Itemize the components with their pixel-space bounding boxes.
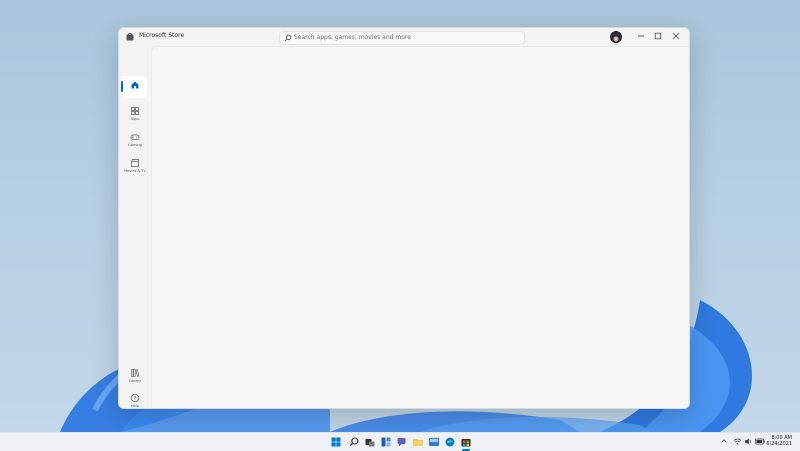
microsoft-store-window: Microsoft Store Search apps, games, movi… — [118, 27, 690, 409]
store-app-icon — [126, 33, 134, 41]
start-windows-icon[interactable] — [330, 436, 342, 448]
maximize-icon — [654, 32, 662, 40]
library-icon — [131, 369, 140, 377]
nav-item-home[interactable] — [119, 78, 151, 100]
volume-icon[interactable] — [744, 437, 753, 446]
minimize-icon — [638, 35, 644, 37]
search-icon — [284, 34, 292, 42]
nav-item-help[interactable]: ? Help — [119, 391, 151, 408]
avatar-image — [613, 36, 619, 42]
chat-icon[interactable] — [396, 436, 408, 448]
gamepad-icon — [130, 134, 140, 140]
wifi-icon[interactable] — [733, 437, 742, 446]
nav-label-apps: Apps — [130, 117, 140, 121]
help-icon: ? — [130, 393, 140, 403]
home-icon — [131, 81, 139, 89]
nav-item-library[interactable]: Library — [119, 366, 151, 388]
nav-item-gaming[interactable]: Gaming — [119, 130, 151, 152]
clapperboard-icon — [131, 159, 139, 167]
taskbar-search-icon[interactable] — [348, 436, 360, 448]
edge-browser-icon[interactable] — [444, 436, 456, 448]
system-clock[interactable]: 8:00 AM 6/24/2021 — [766, 435, 792, 447]
nav-label-help: Help — [131, 404, 139, 408]
minimize-button[interactable] — [633, 30, 649, 42]
maximize-button[interactable] — [650, 30, 666, 42]
task-view-icon[interactable] — [364, 436, 376, 448]
clock-date: 6/24/2021 — [766, 441, 792, 447]
search-box[interactable]: Search apps, games, movies and more — [279, 31, 525, 45]
search-placeholder: Search apps, games, movies and more — [294, 34, 411, 41]
main-content-area — [151, 46, 689, 408]
nav-label-movies-tv: Movies & TV — [124, 169, 146, 173]
nav-label-library: Library — [128, 379, 142, 383]
close-icon — [672, 32, 680, 40]
nav-label-gaming: Gaming — [128, 143, 142, 147]
settings-taskbar-icon[interactable] — [428, 436, 440, 448]
chevron-up-icon[interactable] — [720, 437, 728, 445]
user-avatar[interactable] — [610, 31, 622, 43]
battery-icon[interactable] — [755, 437, 765, 446]
window-title: Microsoft Store — [139, 32, 185, 39]
svg-text:?: ? — [134, 396, 137, 402]
close-button[interactable] — [668, 30, 684, 42]
nav-item-movies-tv[interactable]: Movies & TV — [119, 156, 151, 178]
file-explorer-icon[interactable] — [412, 436, 424, 448]
widgets-icon[interactable] — [380, 436, 392, 448]
taskbar: 8:00 AM 6/24/2021 — [0, 432, 800, 451]
navigation-rail: Apps Gaming Movies & TV Library ? Help — [119, 46, 151, 408]
apps-icon — [131, 107, 139, 115]
store-taskbar-icon[interactable] — [460, 436, 472, 448]
title-bar: Microsoft Store Search apps, games, movi… — [119, 28, 689, 46]
nav-item-apps[interactable]: Apps — [119, 104, 151, 126]
